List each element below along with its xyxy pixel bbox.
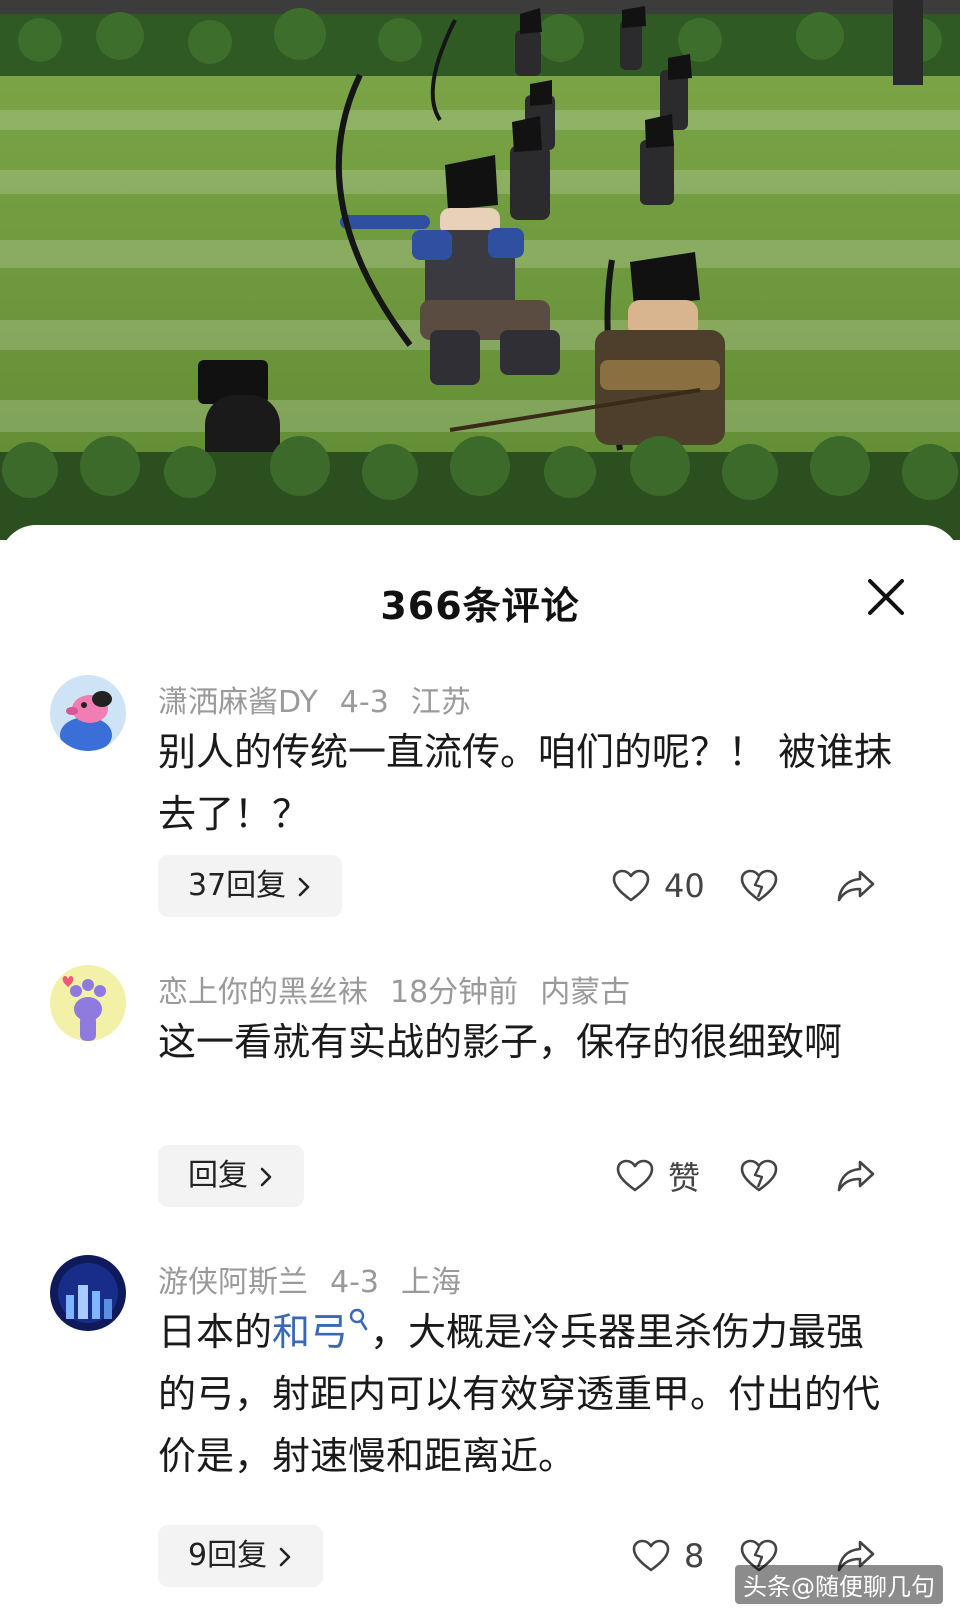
watermark: 头条@随便聊几句	[735, 1565, 943, 1604]
comments-sheet: 366条评论 潇洒麻酱DY 4-3 江苏 别人的传统一直流传。咱们的呢？！ 被谁抹去…	[0, 525, 960, 1623]
replies-label: 回复	[188, 1158, 248, 1193]
replies-button[interactable]: 回复	[158, 1145, 304, 1207]
share-icon	[837, 870, 875, 902]
comment-date: 4-3	[339, 685, 389, 720]
heart-icon	[616, 1159, 654, 1192]
user-avatar[interactable]	[50, 1255, 126, 1331]
comment-date: 18分钟前	[390, 975, 519, 1010]
comment-location: 内蒙古	[540, 975, 631, 1010]
close-button[interactable]	[864, 575, 908, 619]
close-icon	[868, 579, 904, 615]
post-photo	[0, 0, 960, 540]
comment-item: 潇洒麻酱DY 4-3 江苏 别人的传统一直流传。咱们的呢？！ 被谁抹去了！？ 37回…	[0, 675, 960, 945]
cartoon-dog-avatar-icon	[50, 675, 126, 751]
comment-item: 游侠阿斯兰 4-3 上海 日本的和弓 ，大概是冷兵器里杀伤力最强的弓，射距内可以有效穿…	[0, 1255, 960, 1615]
dislike-button[interactable]	[740, 855, 778, 917]
search-icon	[349, 1308, 368, 1331]
comment-text: 别人的传统一直流传。咱们的呢？！ 被谁抹去了！？	[158, 730, 893, 836]
chevron-right-icon	[260, 1167, 272, 1186]
archers-photo	[0, 0, 960, 540]
replies-label: 37回复	[188, 868, 287, 903]
username[interactable]: 潇洒麻酱DY	[158, 685, 318, 720]
like-count: 40	[664, 867, 705, 905]
keyword-link-text: 和弓	[272, 1310, 349, 1354]
chevron-right-icon	[279, 1547, 291, 1566]
night-city-avatar-icon	[50, 1255, 126, 1331]
broken-heart-icon	[740, 869, 778, 902]
comment-actions: 40	[600, 855, 920, 917]
comment-meta: 游侠阿斯兰 4-3 上海	[158, 1257, 483, 1301]
comment-date: 4-3	[330, 1265, 379, 1300]
comment-text: 日本的和弓 ，大概是冷兵器里杀伤力最强的弓，射距内可以有效穿透重甲。付出的代价是，…	[158, 1301, 898, 1487]
username[interactable]: 恋上你的黑丝袜	[158, 975, 368, 1010]
user-avatar[interactable]	[50, 675, 126, 751]
keyword-search-link[interactable]: 和弓	[272, 1308, 370, 1354]
like-label: 赞	[668, 1159, 701, 1197]
comment-text-part: 日本的	[158, 1310, 273, 1354]
share-button[interactable]	[836, 1145, 876, 1207]
broken-heart-icon	[740, 1159, 778, 1192]
comment-location: 江苏	[410, 685, 471, 720]
comment-location: 上海	[401, 1265, 461, 1300]
share-button[interactable]	[836, 855, 876, 917]
like-count: 8	[684, 1537, 705, 1575]
share-icon	[837, 1160, 875, 1192]
chevron-right-icon	[298, 877, 310, 896]
like-button[interactable]: 8	[632, 1525, 704, 1587]
comment-item: 恋上你的黑丝袜 18分钟前 内蒙古 这一看就有实战的影子，保存的很细致啊 回复 赞	[0, 965, 960, 1235]
comment-actions: 赞	[600, 1145, 920, 1207]
replies-button[interactable]: 9回复	[158, 1525, 324, 1587]
like-button[interactable]: 赞	[616, 1145, 700, 1207]
heart-icon	[632, 1539, 670, 1572]
comment-text: 这一看就有实战的影子，保存的很细致啊	[158, 1020, 843, 1064]
replies-label: 9回复	[188, 1538, 268, 1573]
paw-avatar-icon	[50, 965, 126, 1041]
heart-icon	[612, 869, 650, 902]
comments-count-title: 366条评论	[380, 584, 580, 628]
comment-meta: 恋上你的黑丝袜 18分钟前 内蒙古	[158, 967, 652, 1011]
replies-button[interactable]: 37回复	[158, 855, 343, 917]
dislike-button[interactable]	[740, 1145, 778, 1207]
comment-meta: 潇洒麻酱DY 4-3 江苏	[158, 677, 493, 721]
user-avatar[interactable]	[50, 965, 126, 1041]
sheet-header: 366条评论	[0, 525, 960, 630]
username[interactable]: 游侠阿斯兰	[158, 1265, 308, 1300]
like-button[interactable]: 40	[612, 855, 705, 917]
